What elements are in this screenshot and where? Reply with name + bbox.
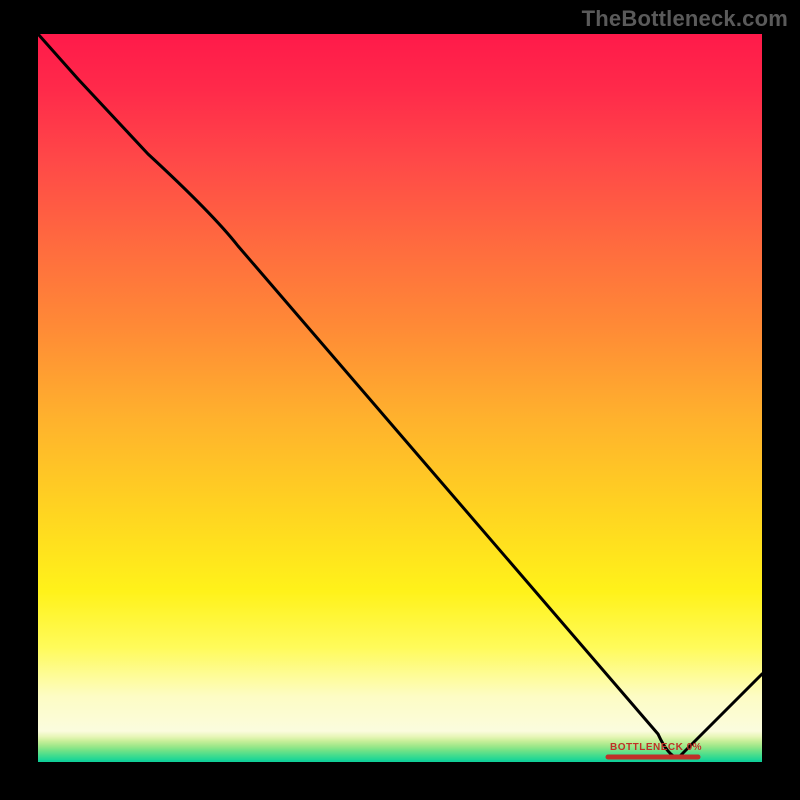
optimum-marker-label: BOTTLENECK 0% — [610, 742, 702, 753]
watermark-text: TheBottleneck.com — [582, 6, 788, 32]
plot-inner: BOTTLENECK 0% — [38, 34, 762, 762]
plot-area: BOTTLENECK 0% — [38, 34, 762, 762]
chart-frame: TheBottleneck.com BOTTLENECK 0% — [0, 0, 800, 800]
bottleneck-curve-path — [38, 34, 762, 758]
curve-svg — [38, 34, 762, 762]
